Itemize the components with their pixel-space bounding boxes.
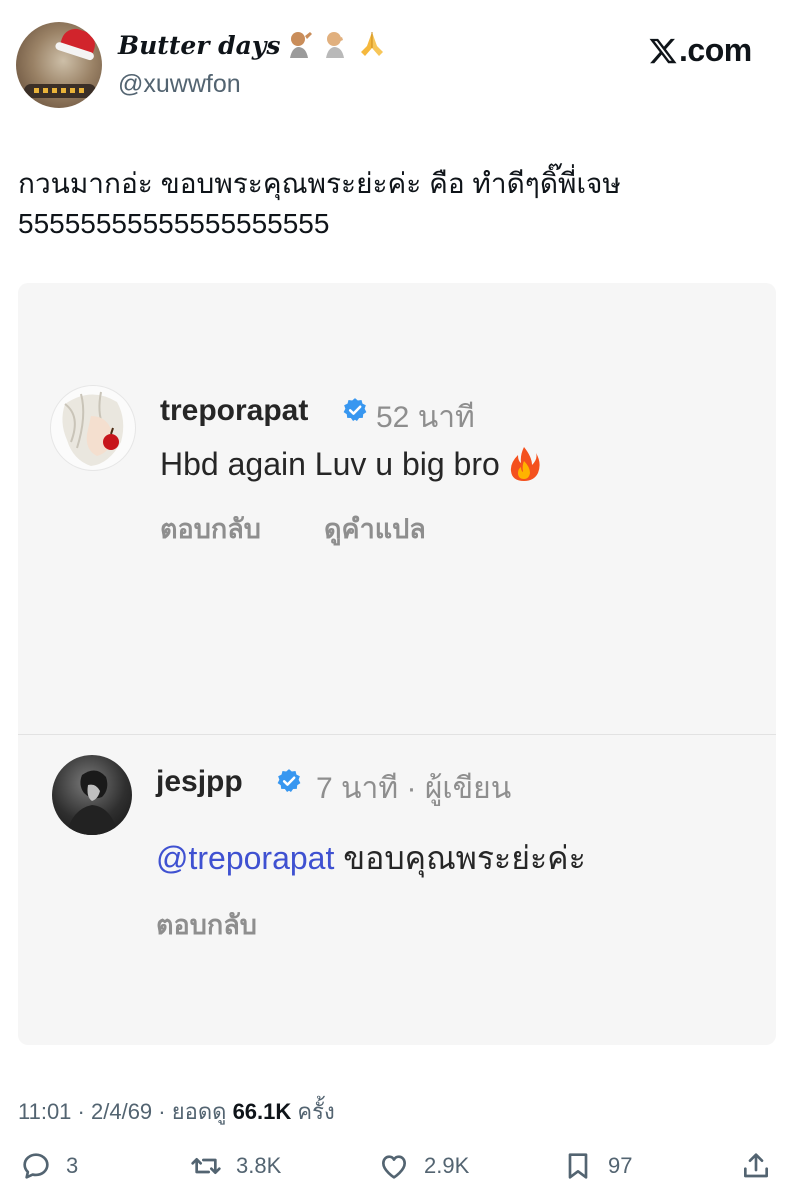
comment-avatar-jesjpp <box>52 755 132 835</box>
santa-hat-decoration <box>59 25 99 57</box>
reply-icon <box>23 1153 49 1179</box>
heart-icon <box>382 1155 406 1179</box>
display-name-emoji-group <box>284 28 388 60</box>
x-logo-icon <box>649 38 677 63</box>
comment-body-jesjpp: @treporapat ขอบคุณพระย่ะค่ะ <box>156 833 586 884</box>
reply-link-jesjpp[interactable]: ตอบกลับ <box>156 903 257 946</box>
reply-button[interactable]: 3 <box>20 1150 78 1182</box>
bookmark-count: 97 <box>608 1153 633 1178</box>
comment-text-treporapat: Hbd again Luv u big bro <box>160 445 500 482</box>
tweet-time[interactable]: 11:01 <box>18 1099 71 1124</box>
comment-body-treporapat: Hbd again Luv u big bro <box>160 445 540 483</box>
palm-hand-emoji-icon <box>284 28 316 60</box>
tweet-text: กวนมากอ่ะ ขอบพระคุณพระย่ะค่ะ คือ ทำดีๆดิ… <box>18 164 778 244</box>
share-button[interactable] <box>740 1150 772 1182</box>
author-label: ผู้เขียน <box>424 772 512 805</box>
views-count: 66.1K <box>232 1099 292 1124</box>
x-brand-suffix: .com <box>679 32 752 68</box>
meta-separator: · <box>158 1099 166 1124</box>
see-translation-link[interactable]: ดูคำแปล <box>324 507 426 550</box>
person-photo-avatar-icon <box>66 770 118 835</box>
fire-emoji-icon <box>510 447 540 481</box>
comment-time-treporapat: 52 นาที <box>376 401 475 434</box>
share-icon <box>744 1153 768 1178</box>
bookmark-button[interactable]: 97 <box>562 1150 632 1182</box>
comment-username-jesjpp: jesjpp <box>156 765 243 798</box>
repost-count: 3.8K <box>236 1153 282 1178</box>
hand-over-mouth-emoji-icon <box>320 28 352 60</box>
views-suffix: ครั้ง <box>297 1099 335 1124</box>
reply-link-treporapat[interactable]: ตอบกลับ <box>160 507 261 550</box>
user-handle[interactable]: @xuwwfon <box>118 70 241 99</box>
meta-separator: · <box>406 772 417 805</box>
verified-badge-icon <box>343 398 367 422</box>
reply-count: 3 <box>66 1153 79 1178</box>
comment-time-jesjpp: 7 นาที <box>316 772 399 805</box>
bookmark-icon <box>568 1153 588 1179</box>
folded-hands-emoji-icon <box>356 28 388 60</box>
comment-meta-jesjpp: 7 นาที · ผู้เขียน <box>316 765 511 812</box>
tweet-action-bar: 3 3.8K 2.9K 97 <box>0 1150 794 1190</box>
meta-separator: · <box>77 1099 85 1124</box>
repost-button[interactable]: 3.8K <box>190 1150 281 1182</box>
avatar-food-plate <box>24 84 96 98</box>
attached-screenshot-image[interactable]: treporapat 52 นาที Hbd again Luv u big b… <box>18 283 776 1045</box>
views-label: ยอดดู <box>171 1099 227 1124</box>
repost-icon <box>191 1158 221 1174</box>
tweet-text-line-2: 55555555555555555555 <box>18 208 330 239</box>
x-brand-watermark: .com <box>648 32 752 69</box>
tweet-text-line-1: กวนมากอ่ะ ขอบพระคุณพระย่ะค่ะ คือ ทำดีๆดิ… <box>18 168 621 199</box>
illustrated-face-avatar-icon <box>62 391 124 466</box>
like-button[interactable]: 2.9K <box>378 1150 469 1182</box>
tweet-meta-line: 11:01 · 2/4/69 · ยอดดู 66.1K ครั้ง <box>18 1094 335 1129</box>
comment-username-treporapat: treporapat <box>160 394 309 427</box>
comment-avatar-treporapat <box>50 385 136 471</box>
tweet-date[interactable]: 2/4/69 <box>91 1099 152 1124</box>
profile-avatar[interactable] <box>16 22 102 108</box>
verified-badge-icon <box>277 769 301 793</box>
comment-text-jesjpp: ขอบคุณพระย่ะค่ะ <box>343 840 586 876</box>
like-count: 2.9K <box>424 1153 470 1178</box>
mention-link-treporapat[interactable]: @treporapat <box>156 840 334 876</box>
comment-divider <box>18 734 776 735</box>
display-name[interactable]: Butter days <box>118 31 280 60</box>
